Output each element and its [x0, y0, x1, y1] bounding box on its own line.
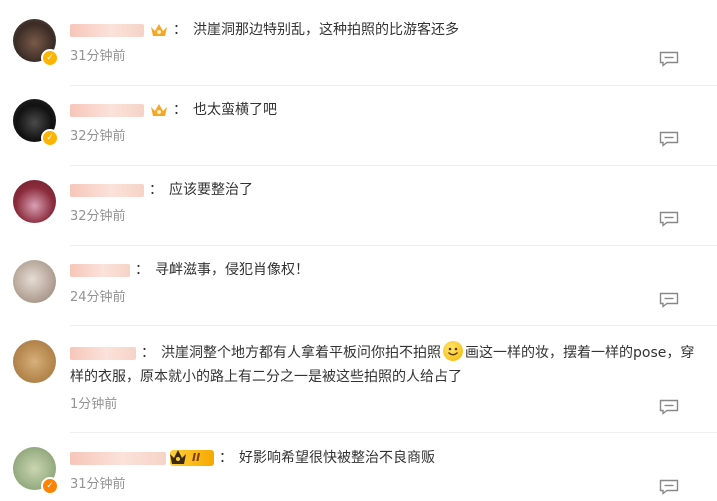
- colon: ：: [173, 22, 187, 38]
- colon: ：: [149, 182, 163, 198]
- divider: [70, 325, 717, 326]
- username[interactable]: [70, 103, 144, 117]
- comment-text-line: ： 也太蛮横了吧: [70, 99, 717, 121]
- comment-reply-icon[interactable]: [659, 479, 679, 495]
- username[interactable]: [70, 23, 144, 37]
- verified-badge-icon: ✓: [41, 477, 59, 495]
- divider: [70, 85, 717, 86]
- comment-reply-icon[interactable]: [659, 292, 679, 308]
- level-text: II: [192, 451, 201, 464]
- comment-text: 好影响希望很快被整治不良商贩: [239, 450, 435, 466]
- colon: ：: [173, 102, 187, 118]
- comment-text: 洪崖洞整个地方都有人拿着平板问你拍不拍照: [161, 345, 441, 361]
- username[interactable]: [70, 346, 136, 360]
- comment-reply-icon[interactable]: [659, 51, 679, 67]
- crown-icon: [170, 450, 186, 464]
- divider: [70, 432, 717, 433]
- comment-time: 32分钟前: [70, 129, 126, 144]
- comment-time: 31分钟前: [70, 49, 126, 64]
- comment-time: 32分钟前: [70, 209, 126, 224]
- comment-text-line: ： 洪崖洞整个地方都有人拿着平板问你拍不拍照 画这一样的妆，摆着一样的pose，穿: [70, 341, 717, 364]
- colon: ：: [141, 345, 155, 361]
- username[interactable]: [70, 183, 144, 197]
- comment-text: 洪崖洞那边特别乱，这种拍照的比游客还多: [193, 22, 459, 38]
- comment-text: 应该要整治了: [169, 182, 253, 198]
- comment-text: 样的衣服，原本就小的路上有二分之一是被这些拍照的人给占了: [70, 369, 462, 385]
- divider: [70, 245, 717, 246]
- level-badge: II: [170, 450, 214, 466]
- avatar[interactable]: [13, 340, 56, 383]
- divider: [70, 165, 717, 166]
- comment-time: 31分钟前: [70, 477, 126, 492]
- comment-text-line: ： 寻衅滋事，侵犯肖像权！: [70, 259, 717, 281]
- colon: ：: [135, 262, 149, 278]
- comment-time: 1分钟前: [70, 397, 118, 412]
- comment-text-line: ： 洪崖洞那边特别乱，这种拍照的比游客还多: [70, 19, 717, 41]
- username[interactable]: [70, 451, 166, 465]
- comment-text-line: ： 应该要整治了: [70, 179, 717, 201]
- comment-reply-icon[interactable]: [659, 131, 679, 147]
- comment-text-line: II ： 好影响希望很快被整治不良商贩: [70, 447, 717, 469]
- verified-badge-icon: ✓: [41, 129, 59, 147]
- comment-text: 画这一样的妆，摆着一样的pose，穿: [465, 345, 695, 361]
- crown-icon: [151, 104, 167, 116]
- avatar[interactable]: [13, 260, 56, 303]
- comment-text: 也太蛮横了吧: [193, 102, 277, 118]
- comment-text: 寻衅滋事，侵犯肖像权！: [155, 262, 309, 278]
- username[interactable]: [70, 263, 130, 277]
- comment-time: 24分钟前: [70, 290, 126, 305]
- smile-emoji-icon: [443, 341, 463, 361]
- comment-reply-icon[interactable]: [659, 211, 679, 227]
- colon: ：: [219, 450, 233, 466]
- avatar[interactable]: [13, 180, 56, 223]
- crown-icon: [151, 24, 167, 36]
- comment-reply-icon[interactable]: [659, 399, 679, 415]
- verified-badge-icon: ✓: [41, 49, 59, 67]
